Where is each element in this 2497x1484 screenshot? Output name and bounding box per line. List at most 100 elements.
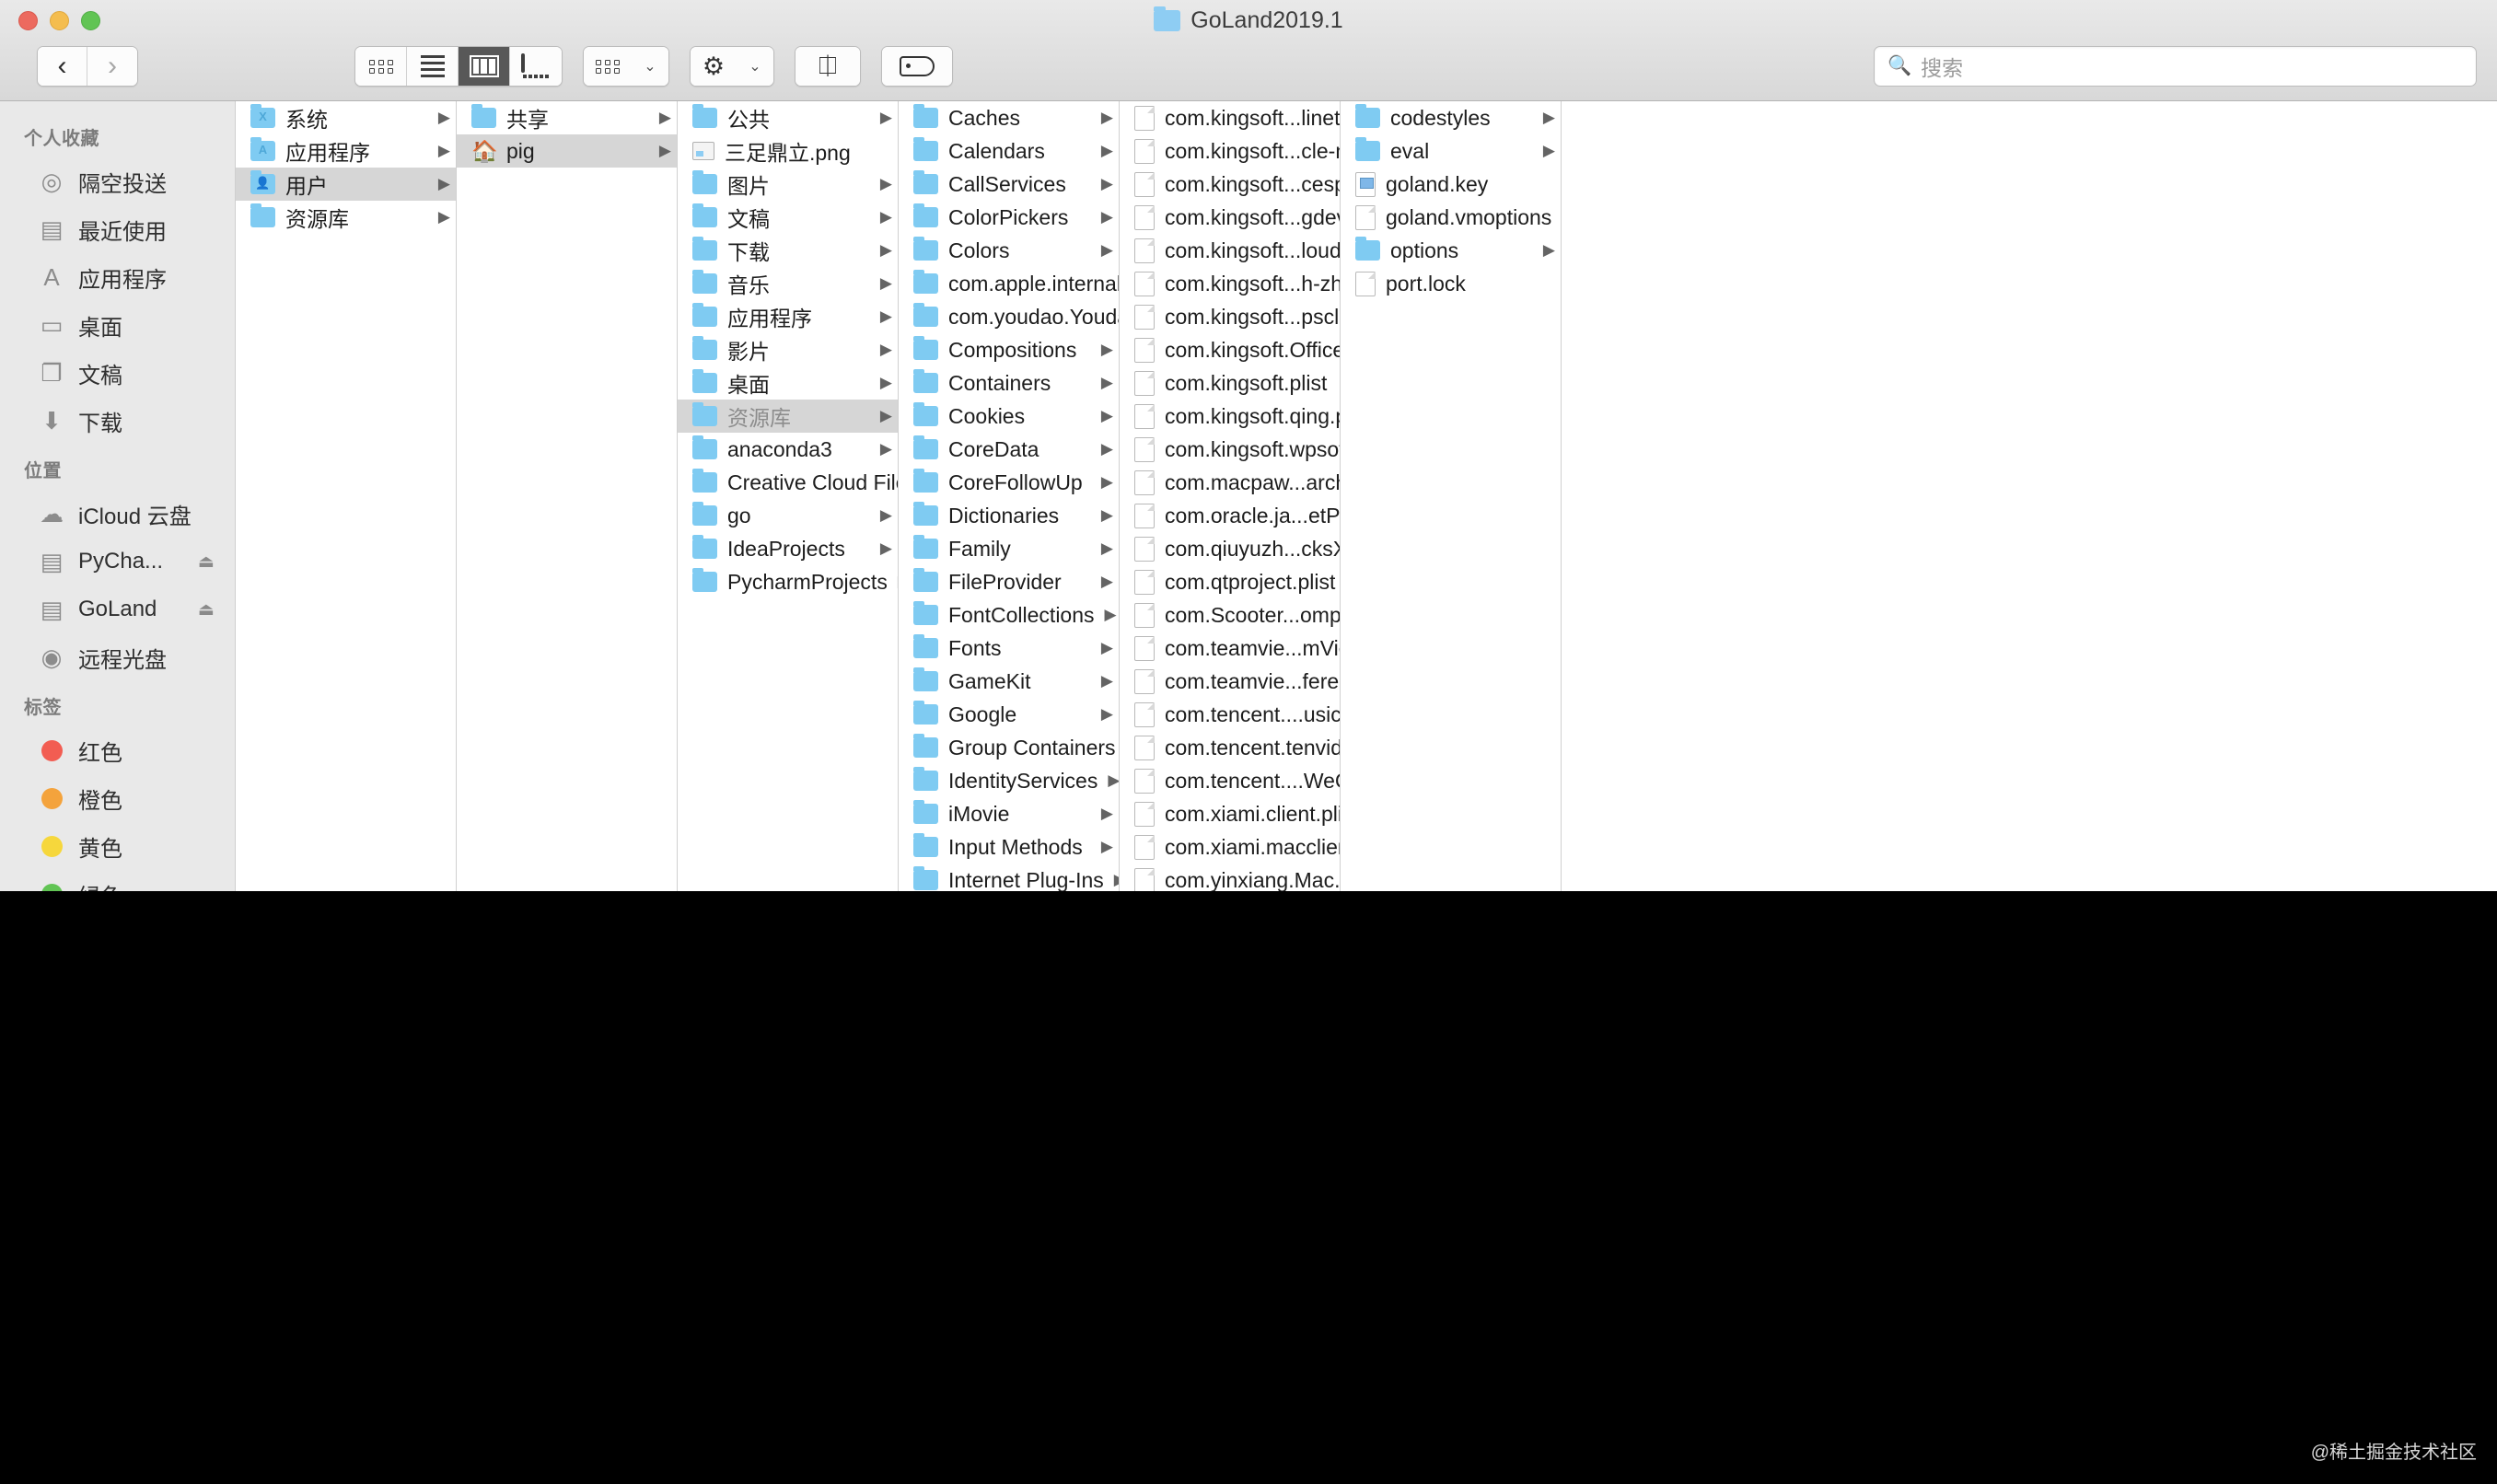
disclosure-arrow-icon[interactable]: ▶	[1101, 208, 1113, 226]
list-item[interactable]: Input Methods ▶	[899, 830, 1119, 864]
list-item[interactable]: 桌面 ▶	[678, 366, 898, 400]
disclosure-arrow-icon[interactable]: ▶	[1543, 241, 1555, 260]
list-item[interactable]: com.kingsoft.qing.plist	[1120, 400, 1340, 433]
sidebar-item-2[interactable]: 黄色	[0, 822, 235, 870]
action-menu-button[interactable]: ⚙ ⌄	[690, 46, 774, 87]
eject-icon[interactable]: ⏏	[198, 551, 215, 573]
list-item[interactable]: com.kingsoft...cle-man.plist	[1120, 134, 1340, 168]
list-item[interactable]: eval ▶	[1341, 134, 1561, 168]
list-item[interactable]: com.kingsoft...cespace.plist	[1120, 168, 1340, 201]
disclosure-arrow-icon[interactable]: ▶	[880, 274, 892, 293]
disclosure-arrow-icon[interactable]: ▶	[880, 506, 892, 525]
disclosure-arrow-icon[interactable]: ▶	[438, 109, 450, 127]
list-item[interactable]: com.youdao.YoudaoDict▶	[899, 300, 1119, 333]
list-item[interactable]: com.tencent....usicMac.plist	[1120, 698, 1340, 731]
list-item[interactable]: com.Scooter...ompare.plist	[1120, 598, 1340, 632]
list-item[interactable]: A 应用程序 ▶	[236, 134, 456, 168]
list-item[interactable]: com.teamvie...mViewer.plist	[1120, 632, 1340, 665]
list-item[interactable]: com.xiami.client.plist	[1120, 797, 1340, 830]
list-item[interactable]: 文稿 ▶	[678, 201, 898, 234]
disclosure-arrow-icon[interactable]: ▶	[880, 175, 892, 193]
list-item[interactable]: go ▶	[678, 499, 898, 532]
list-item[interactable]: com.tencent.tenvideo.plist	[1120, 731, 1340, 764]
disclosure-arrow-icon[interactable]: ▶	[1101, 838, 1113, 856]
list-item[interactable]: port.lock	[1341, 267, 1561, 300]
disclosure-arrow-icon[interactable]: ▶	[880, 341, 892, 359]
list-item[interactable]: 共享 ▶	[457, 101, 677, 134]
disclosure-arrow-icon[interactable]: ▶	[1101, 672, 1113, 690]
list-item[interactable]: Family ▶	[899, 532, 1119, 565]
list-item[interactable]: Creative Cloud Files▶	[678, 466, 898, 499]
list-item[interactable]: Google ▶	[899, 698, 1119, 731]
disclosure-arrow-icon[interactable]: ▶	[1108, 771, 1119, 790]
list-item[interactable]: 应用程序 ▶	[678, 300, 898, 333]
disclosure-arrow-icon[interactable]: ▶	[1543, 142, 1555, 160]
tags-button-inner[interactable]	[882, 47, 952, 86]
list-item[interactable]: 资源库 ▶	[678, 400, 898, 433]
sidebar-item-0[interactable]: 红色	[0, 726, 235, 774]
list-item[interactable]: com.teamvie...ferences.plist	[1120, 665, 1340, 698]
list-item[interactable]: com.apple.internal.ck▶	[899, 267, 1119, 300]
disclosure-arrow-icon[interactable]: ▶	[1101, 109, 1113, 127]
sidebar-item-0[interactable]: ☁ iCloud 云盘	[0, 490, 235, 538]
disclosure-arrow-icon[interactable]: ▶	[1105, 606, 1117, 624]
list-item[interactable]: Colors ▶	[899, 234, 1119, 267]
sidebar-item-0[interactable]: ◎ 隔空投送	[0, 157, 235, 205]
list-item[interactable]: Caches ▶	[899, 101, 1119, 134]
list-item[interactable]: X 系统 ▶	[236, 101, 456, 134]
list-item[interactable]: com.kingsoft...louddisk.plist	[1120, 234, 1340, 267]
list-item[interactable]: goland.key	[1341, 168, 1561, 201]
list-item[interactable]: 公共 ▶	[678, 101, 898, 134]
list-item[interactable]: 三足鼎立.png	[678, 134, 898, 168]
list-item[interactable]: 音乐 ▶	[678, 267, 898, 300]
sidebar-item-1[interactable]: 橙色	[0, 774, 235, 822]
list-item[interactable]: goland.vmoptions	[1341, 201, 1561, 234]
sidebar-item-1[interactable]: ▤ 最近使用	[0, 205, 235, 253]
list-item[interactable]: com.kingsoft...h-zh-cn.plist	[1120, 267, 1340, 300]
search-field[interactable]: 🔍 搜索	[1874, 46, 2477, 87]
group-chevron-button[interactable]: ⌄	[632, 47, 668, 86]
disclosure-arrow-icon[interactable]: ▶	[1101, 241, 1113, 260]
sidebar-item-5[interactable]: ⬇ 下载	[0, 397, 235, 445]
disclosure-arrow-icon[interactable]: ▶	[1101, 407, 1113, 425]
disclosure-arrow-icon[interactable]: ▶	[1101, 374, 1113, 392]
disclosure-arrow-icon[interactable]: ▶	[659, 142, 671, 160]
list-item[interactable]: com.oracle.ja...etPlugin.plist	[1120, 499, 1340, 532]
list-item[interactable]: Compositions ▶	[899, 333, 1119, 366]
disclosure-arrow-icon[interactable]: ▶	[1101, 341, 1113, 359]
disclosure-arrow-icon[interactable]: ▶	[1101, 573, 1113, 591]
share-button[interactable]: ⎅	[795, 46, 861, 87]
tags-button[interactable]	[881, 46, 953, 87]
disclosure-arrow-icon[interactable]: ▶	[1101, 705, 1113, 724]
disclosure-arrow-icon[interactable]: ▶	[1101, 473, 1113, 492]
disclosure-arrow-icon[interactable]: ▶	[1101, 440, 1113, 458]
sidebar-item-3[interactable]: ◉ 远程光盘	[0, 633, 235, 681]
group-icon-button[interactable]	[584, 47, 632, 86]
sidebar-item-2[interactable]: ▤ GoLand ⏏	[0, 585, 235, 633]
list-item[interactable]: 影片 ▶	[678, 333, 898, 366]
list-item[interactable]: GameKit ▶	[899, 665, 1119, 698]
disclosure-arrow-icon[interactable]: ▶	[438, 142, 450, 160]
list-item[interactable]: 👤 用户 ▶	[236, 168, 456, 201]
back-button[interactable]: ‹	[38, 47, 87, 86]
list-item[interactable]: CoreFollowUp ▶	[899, 466, 1119, 499]
sidebar-item-3[interactable]: ▭ 桌面	[0, 301, 235, 349]
disclosure-arrow-icon[interactable]: ▶	[659, 109, 671, 127]
share-button-inner[interactable]: ⎅	[796, 47, 860, 86]
list-item[interactable]: com.qtproject.plist	[1120, 565, 1340, 598]
disclosure-arrow-icon[interactable]: ▶	[880, 407, 892, 425]
list-item[interactable]: CoreData ▶	[899, 433, 1119, 466]
disclosure-arrow-icon[interactable]: ▶	[1543, 109, 1555, 127]
list-item[interactable]: codestyles ▶	[1341, 101, 1561, 134]
list-item[interactable]: 下载 ▶	[678, 234, 898, 267]
list-item[interactable]: 🏠 pig ▶	[457, 134, 677, 168]
disclosure-arrow-icon[interactable]: ▶	[880, 208, 892, 226]
list-item[interactable]: options ▶	[1341, 234, 1561, 267]
list-item[interactable]: Dictionaries ▶	[899, 499, 1119, 532]
list-view-button[interactable]	[407, 47, 459, 86]
sidebar-item-1[interactable]: ▤ PyCha... ⏏	[0, 538, 235, 585]
disclosure-arrow-icon[interactable]: ▶	[438, 175, 450, 193]
column-view-button[interactable]	[459, 47, 510, 86]
list-item[interactable]: com.kingsoft...pscloud.plist	[1120, 300, 1340, 333]
disclosure-arrow-icon[interactable]: ▶	[1101, 639, 1113, 657]
